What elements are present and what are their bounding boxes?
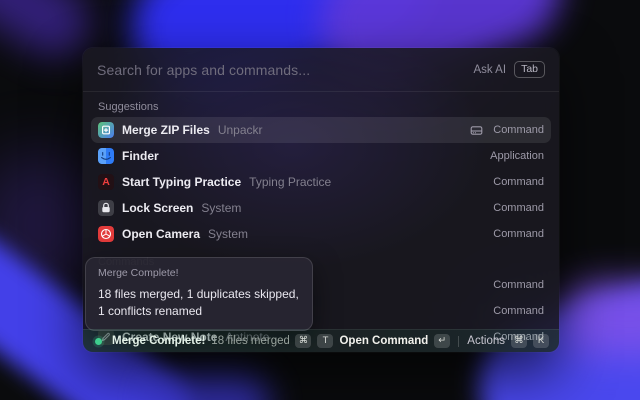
item-title: Merge ZIP Files	[122, 123, 210, 137]
k-key-hint: K	[533, 334, 549, 348]
item-title: Open Camera	[122, 227, 200, 241]
item-type: Command	[493, 124, 544, 136]
wallpaper-blob	[150, 372, 270, 400]
item-type: Command	[493, 279, 544, 291]
divider	[458, 336, 459, 347]
list-item-open-camera[interactable]: Open Camera System Command	[91, 221, 551, 247]
actions-button[interactable]: Actions	[467, 335, 505, 347]
typing-practice-icon: A	[98, 174, 114, 190]
cmd-key-hint: ⌘	[511, 334, 527, 348]
item-subtitle: Typing Practice	[249, 175, 331, 189]
finder-icon	[98, 148, 114, 164]
status-message: 18 files merged, 1 duplicates skippe...	[211, 335, 289, 347]
status-dot-icon	[95, 338, 102, 345]
search-bar: Search for apps and commands... Ask AI T…	[83, 48, 559, 92]
item-subtitle: Unpackr	[218, 123, 263, 137]
list-item-lock-screen[interactable]: Lock Screen System Command	[91, 195, 551, 221]
drive-icon	[470, 124, 483, 137]
toast-notification: Merge Complete! 18 files merged, 1 dupli…	[85, 257, 313, 331]
status-title[interactable]: Merge Complete!	[112, 335, 205, 347]
lock-icon	[98, 200, 114, 216]
item-type: Application	[490, 150, 544, 162]
item-type: Command	[493, 305, 544, 317]
item-type: Command	[493, 202, 544, 214]
open-command-button[interactable]: Open Command	[339, 335, 428, 347]
item-subtitle: System	[208, 227, 248, 241]
section-header-suggestions: Suggestions	[98, 101, 544, 113]
item-type: Command	[493, 228, 544, 240]
item-title: Lock Screen	[122, 201, 193, 215]
search-input[interactable]: Search for apps and commands...	[97, 62, 465, 78]
list-item-finder[interactable]: Finder Application	[91, 143, 551, 169]
launcher-window: Search for apps and commands... Ask AI T…	[83, 48, 559, 352]
item-title: Finder	[122, 149, 159, 163]
list-item-merge-zip-files[interactable]: Merge ZIP Files Unpackr Command	[91, 117, 551, 143]
list-item-start-typing-practice[interactable]: A Start Typing Practice Typing Practice …	[91, 169, 551, 195]
camera-icon	[98, 226, 114, 242]
item-type: Command	[493, 176, 544, 188]
tab-key-hint: Tab	[514, 61, 545, 78]
enter-key-hint: ↵	[434, 334, 450, 348]
t-key-hint: T	[317, 334, 333, 348]
toast-title: Merge Complete!	[98, 267, 300, 279]
merge-zip-icon	[98, 122, 114, 138]
status-bar: Merge Complete! 18 files merged, 1 dupli…	[83, 329, 559, 352]
item-subtitle: System	[201, 201, 241, 215]
wallpaper-blob	[558, 283, 640, 355]
cmd-key-hint: ⌘	[295, 334, 311, 348]
ask-ai-button[interactable]: Ask AI	[473, 64, 506, 76]
item-title: Start Typing Practice	[122, 175, 241, 189]
toast-message: 18 files merged, 1 duplicates skipped, 1…	[98, 286, 300, 320]
